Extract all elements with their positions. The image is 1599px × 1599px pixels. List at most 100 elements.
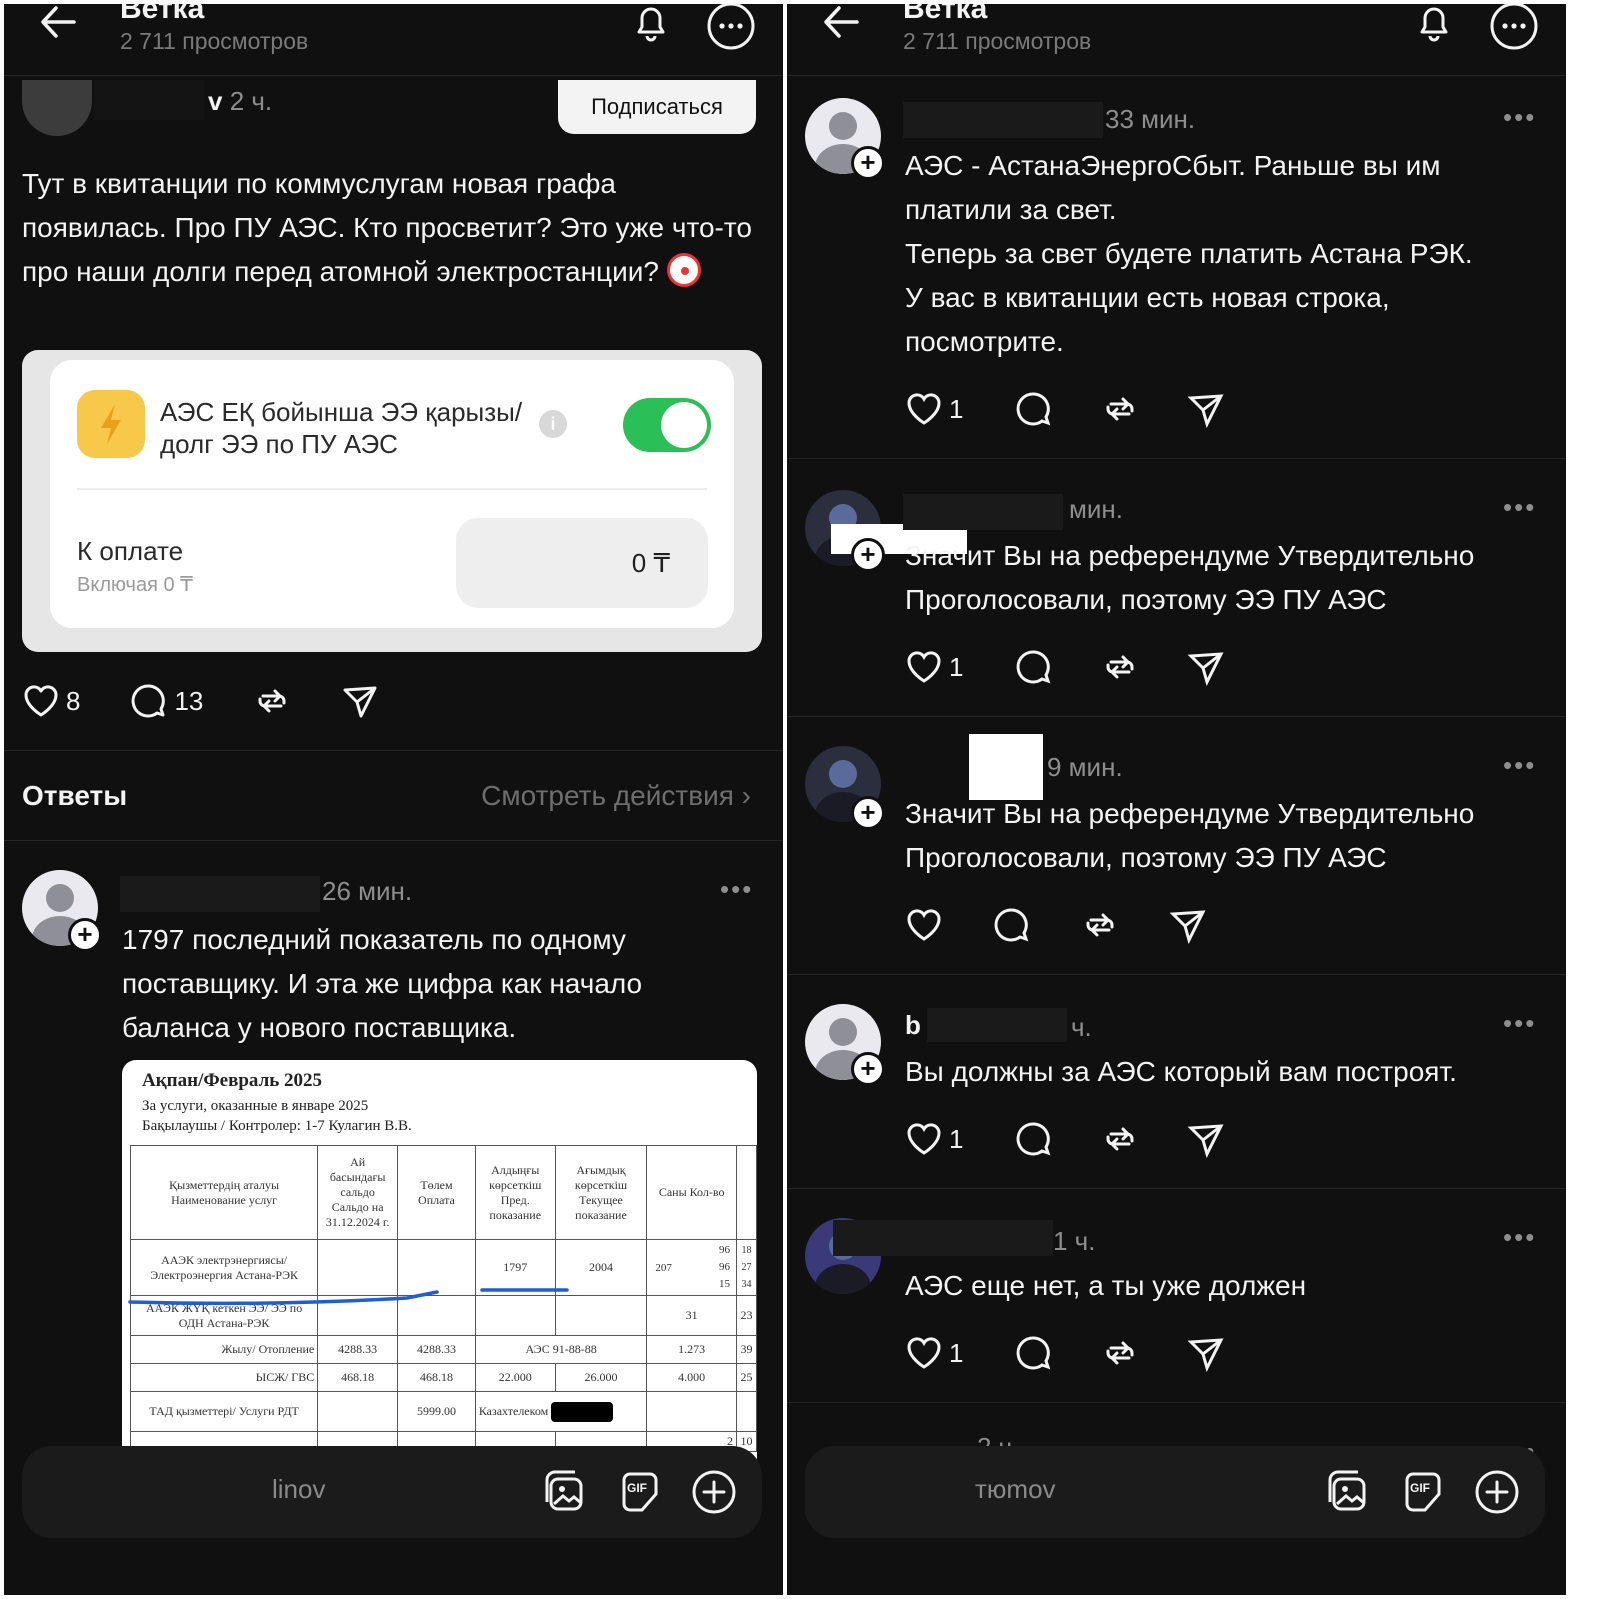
view-actions-link[interactable]: Смотреть действия › <box>481 780 751 812</box>
to-pay-label: К оплате <box>77 536 184 566</box>
more-icon[interactable]: ••• <box>1503 1008 1536 1039</box>
comment-button[interactable] <box>1015 390 1053 428</box>
follow-plus-icon[interactable]: + <box>851 146 885 180</box>
repost-button[interactable] <box>253 682 291 720</box>
repost-button[interactable] <box>1101 648 1139 686</box>
like-count: 8 <box>66 685 81 716</box>
more-icon[interactable]: ••• <box>1503 1222 1536 1253</box>
heart-icon <box>907 393 941 425</box>
comment-button[interactable] <box>993 906 1031 944</box>
comment-button[interactable] <box>1015 648 1053 686</box>
comment-text: АЭС еще нет, а ты уже должен <box>905 1270 1307 1301</box>
share-button[interactable] <box>1187 648 1225 686</box>
redaction-patch <box>969 734 1043 800</box>
follow-plus-icon[interactable]: + <box>851 1052 885 1086</box>
amount-field[interactable]: 0 ₸ <box>456 518 708 608</box>
repost-button[interactable] <box>1101 1334 1139 1372</box>
comment-icon <box>994 908 1029 942</box>
comment-actions: 1 <box>905 1334 1225 1372</box>
share-button[interactable] <box>341 682 379 720</box>
add-icon[interactable] <box>1473 1468 1521 1516</box>
pen-underline-marks <box>128 1288 569 1306</box>
send-icon <box>1187 1338 1224 1372</box>
bell-icon[interactable] <box>629 4 673 44</box>
divider <box>77 488 707 490</box>
redacted-username <box>94 80 204 120</box>
repost-icon <box>1106 655 1134 679</box>
comment-count: 13 <box>174 685 204 716</box>
more-icon[interactable]: ••• <box>1503 102 1536 133</box>
like-button[interactable]: 1 <box>905 391 967 427</box>
gif-icon[interactable]: GIF <box>616 1468 664 1516</box>
service-toggle[interactable] <box>623 398 711 452</box>
heart-icon <box>24 685 58 717</box>
including-label: Включая 0 ₸ <box>77 574 193 596</box>
view-count: 2 711 просмотров <box>120 28 309 54</box>
post-text: Тут в квитанции по коммуслугам новая гра… <box>22 168 752 287</box>
clown-emoji-icon <box>666 253 701 287</box>
comment-time: 26 мин. <box>322 876 413 906</box>
comment-button[interactable]: 13 <box>130 682 203 720</box>
follow-plus-icon[interactable]: + <box>851 796 885 830</box>
image-icon[interactable] <box>542 1468 590 1516</box>
reply-composer[interactable]: тюmov GIF <box>805 1446 1545 1538</box>
comment-time: мин. <box>1069 494 1123 524</box>
redacted-username <box>120 876 320 912</box>
share-button[interactable] <box>1187 390 1225 428</box>
subscribe-button[interactable]: Подписаться <box>558 80 756 134</box>
more-options-icon[interactable] <box>705 4 757 52</box>
like-button[interactable]: 8 <box>22 683 80 719</box>
thread-header: Ветка 2 711 просмотров <box>787 4 1566 76</box>
share-button[interactable] <box>1169 906 1207 944</box>
comment-actions: 1 <box>905 1120 1225 1158</box>
share-button[interactable] <box>1187 1334 1225 1372</box>
like-count: 1 <box>949 1123 964 1154</box>
svg-text:GIF: GIF <box>1410 1481 1430 1495</box>
thread-header: Ветка 2 711 просмотров <box>4 4 783 76</box>
back-arrow-icon[interactable] <box>38 4 78 42</box>
comment-text: Вы должны за АЭС который вам построят. <box>905 1056 1457 1087</box>
composer-placeholder: linov <box>272 1474 326 1504</box>
like-button[interactable]: 1 <box>905 1121 967 1157</box>
comment-button[interactable] <box>1015 1120 1053 1158</box>
comment-icon <box>132 684 166 718</box>
heart-icon <box>907 909 941 941</box>
comment-icon <box>1016 392 1051 426</box>
repost-icon <box>258 689 286 713</box>
follow-plus-icon[interactable]: + <box>68 918 102 952</box>
add-icon[interactable] <box>690 1468 738 1516</box>
repost-button[interactable] <box>1081 906 1119 944</box>
more-icon[interactable]: ••• <box>1503 492 1536 523</box>
separator <box>787 1402 1566 1403</box>
separator <box>787 1188 1566 1189</box>
separator <box>4 750 783 751</box>
gif-icon[interactable]: GIF <box>1399 1468 1447 1516</box>
back-arrow-icon[interactable] <box>821 4 861 42</box>
like-button[interactable]: 1 <box>905 649 967 685</box>
reply-composer[interactable]: linov GIF <box>22 1446 762 1538</box>
comment-username[interactable]: b <box>905 1010 921 1041</box>
avatar[interactable] <box>22 80 92 136</box>
comment-button[interactable] <box>1015 1334 1053 1372</box>
send-icon <box>1187 1124 1224 1158</box>
comment-time: ч. <box>1071 1012 1092 1042</box>
share-button[interactable] <box>1187 1120 1225 1158</box>
repost-button[interactable] <box>1101 390 1139 428</box>
separator <box>4 840 783 841</box>
more-icon[interactable]: ••• <box>1503 750 1536 781</box>
image-icon[interactable] <box>1325 1468 1373 1516</box>
heart-icon <box>907 651 941 683</box>
like-button[interactable] <box>905 907 943 943</box>
info-icon[interactable]: i <box>539 410 567 438</box>
like-button[interactable]: 1 <box>905 1335 967 1371</box>
more-options-icon[interactable] <box>1488 4 1540 52</box>
repost-icon <box>1106 1127 1134 1151</box>
repost-button[interactable] <box>1101 1120 1139 1158</box>
lightning-icon <box>77 390 145 458</box>
bell-icon[interactable] <box>1412 4 1456 44</box>
receipt-image[interactable]: Ақпан/Февраль 2025 За услуги, оказанные … <box>122 1060 757 1460</box>
comment-actions <box>905 906 1207 944</box>
separator <box>787 716 1566 717</box>
more-icon[interactable]: ••• <box>720 874 753 905</box>
follow-plus-icon[interactable]: + <box>851 538 885 572</box>
